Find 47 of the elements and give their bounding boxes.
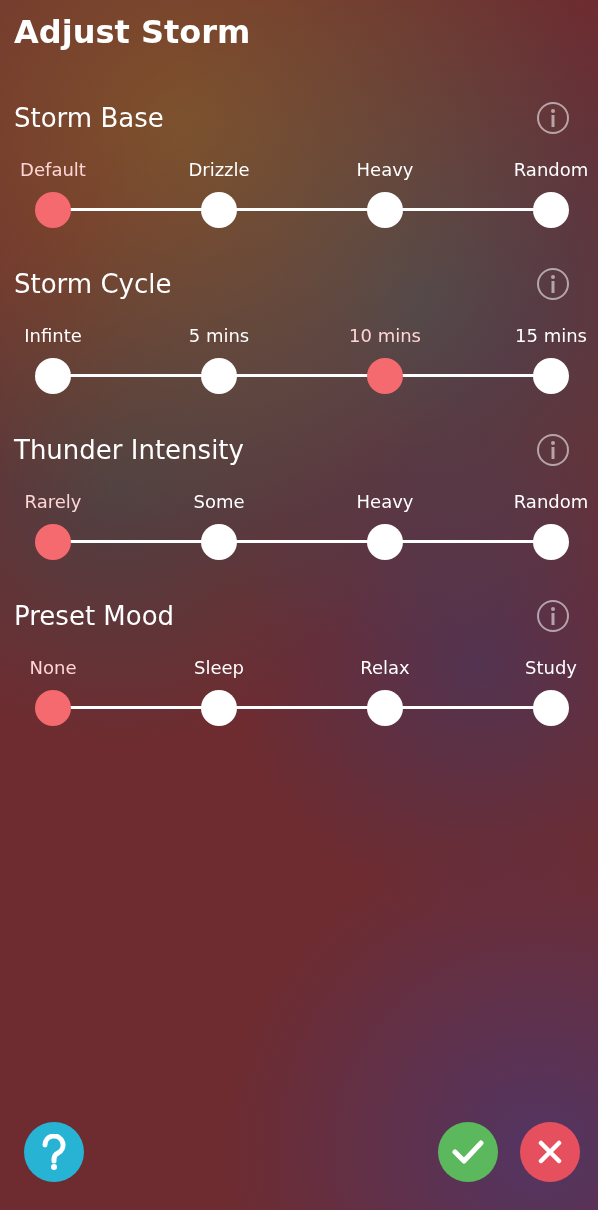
- slider-stop[interactable]: [201, 358, 237, 394]
- option-label: Default: [20, 157, 86, 182]
- info-icon[interactable]: [536, 101, 570, 135]
- confirm-button[interactable]: [438, 1122, 498, 1182]
- slider-stop[interactable]: [201, 192, 237, 228]
- option-label: Drizzle: [188, 157, 250, 182]
- section-title: Preset Mood: [14, 601, 175, 631]
- check-icon: [452, 1139, 484, 1165]
- slider-stop[interactable]: [367, 524, 403, 560]
- option-label: 5 mins: [188, 323, 250, 348]
- slider-stop[interactable]: [533, 358, 569, 394]
- slider-stop[interactable]: [201, 690, 237, 726]
- option-label: Some: [193, 489, 245, 514]
- option-label: Study: [525, 655, 577, 680]
- option-label: Rarely: [24, 489, 82, 514]
- option-label: Infinte: [24, 323, 82, 348]
- slider-stop[interactable]: [367, 690, 403, 726]
- slider-stop[interactable]: [533, 192, 569, 228]
- option-label: Heavy: [356, 489, 414, 514]
- section-title: Storm Cycle: [14, 269, 172, 299]
- help-button[interactable]: [24, 1122, 84, 1182]
- screen-title: Adjust Storm: [13, 12, 252, 53]
- slider-stop[interactable]: [367, 192, 403, 228]
- slider-stop[interactable]: [201, 524, 237, 560]
- section-title: Thunder Intensity: [14, 435, 244, 465]
- option-label: Random: [513, 489, 589, 514]
- option-label: Sleep: [194, 655, 244, 680]
- slider-stop[interactable]: [367, 358, 403, 394]
- slider-stop[interactable]: [533, 524, 569, 560]
- slider-stop[interactable]: [35, 690, 71, 726]
- option-label: Relax: [360, 655, 410, 680]
- slider-stop[interactable]: [35, 358, 71, 394]
- info-icon[interactable]: [536, 267, 570, 301]
- option-label: 10 mins: [349, 323, 421, 348]
- slider-stop[interactable]: [533, 690, 569, 726]
- option-label: Random: [513, 157, 589, 182]
- option-label: Heavy: [356, 157, 414, 182]
- slider-stop[interactable]: [35, 192, 71, 228]
- info-icon[interactable]: [536, 433, 570, 467]
- option-label: 15 mins: [515, 323, 587, 348]
- close-icon: [538, 1140, 562, 1164]
- section-title: Storm Base: [14, 103, 164, 133]
- option-label: None: [29, 655, 77, 680]
- close-button[interactable]: [520, 1122, 580, 1182]
- info-icon[interactable]: [536, 599, 570, 633]
- slider-stop[interactable]: [35, 524, 71, 560]
- question-icon: [41, 1134, 67, 1170]
